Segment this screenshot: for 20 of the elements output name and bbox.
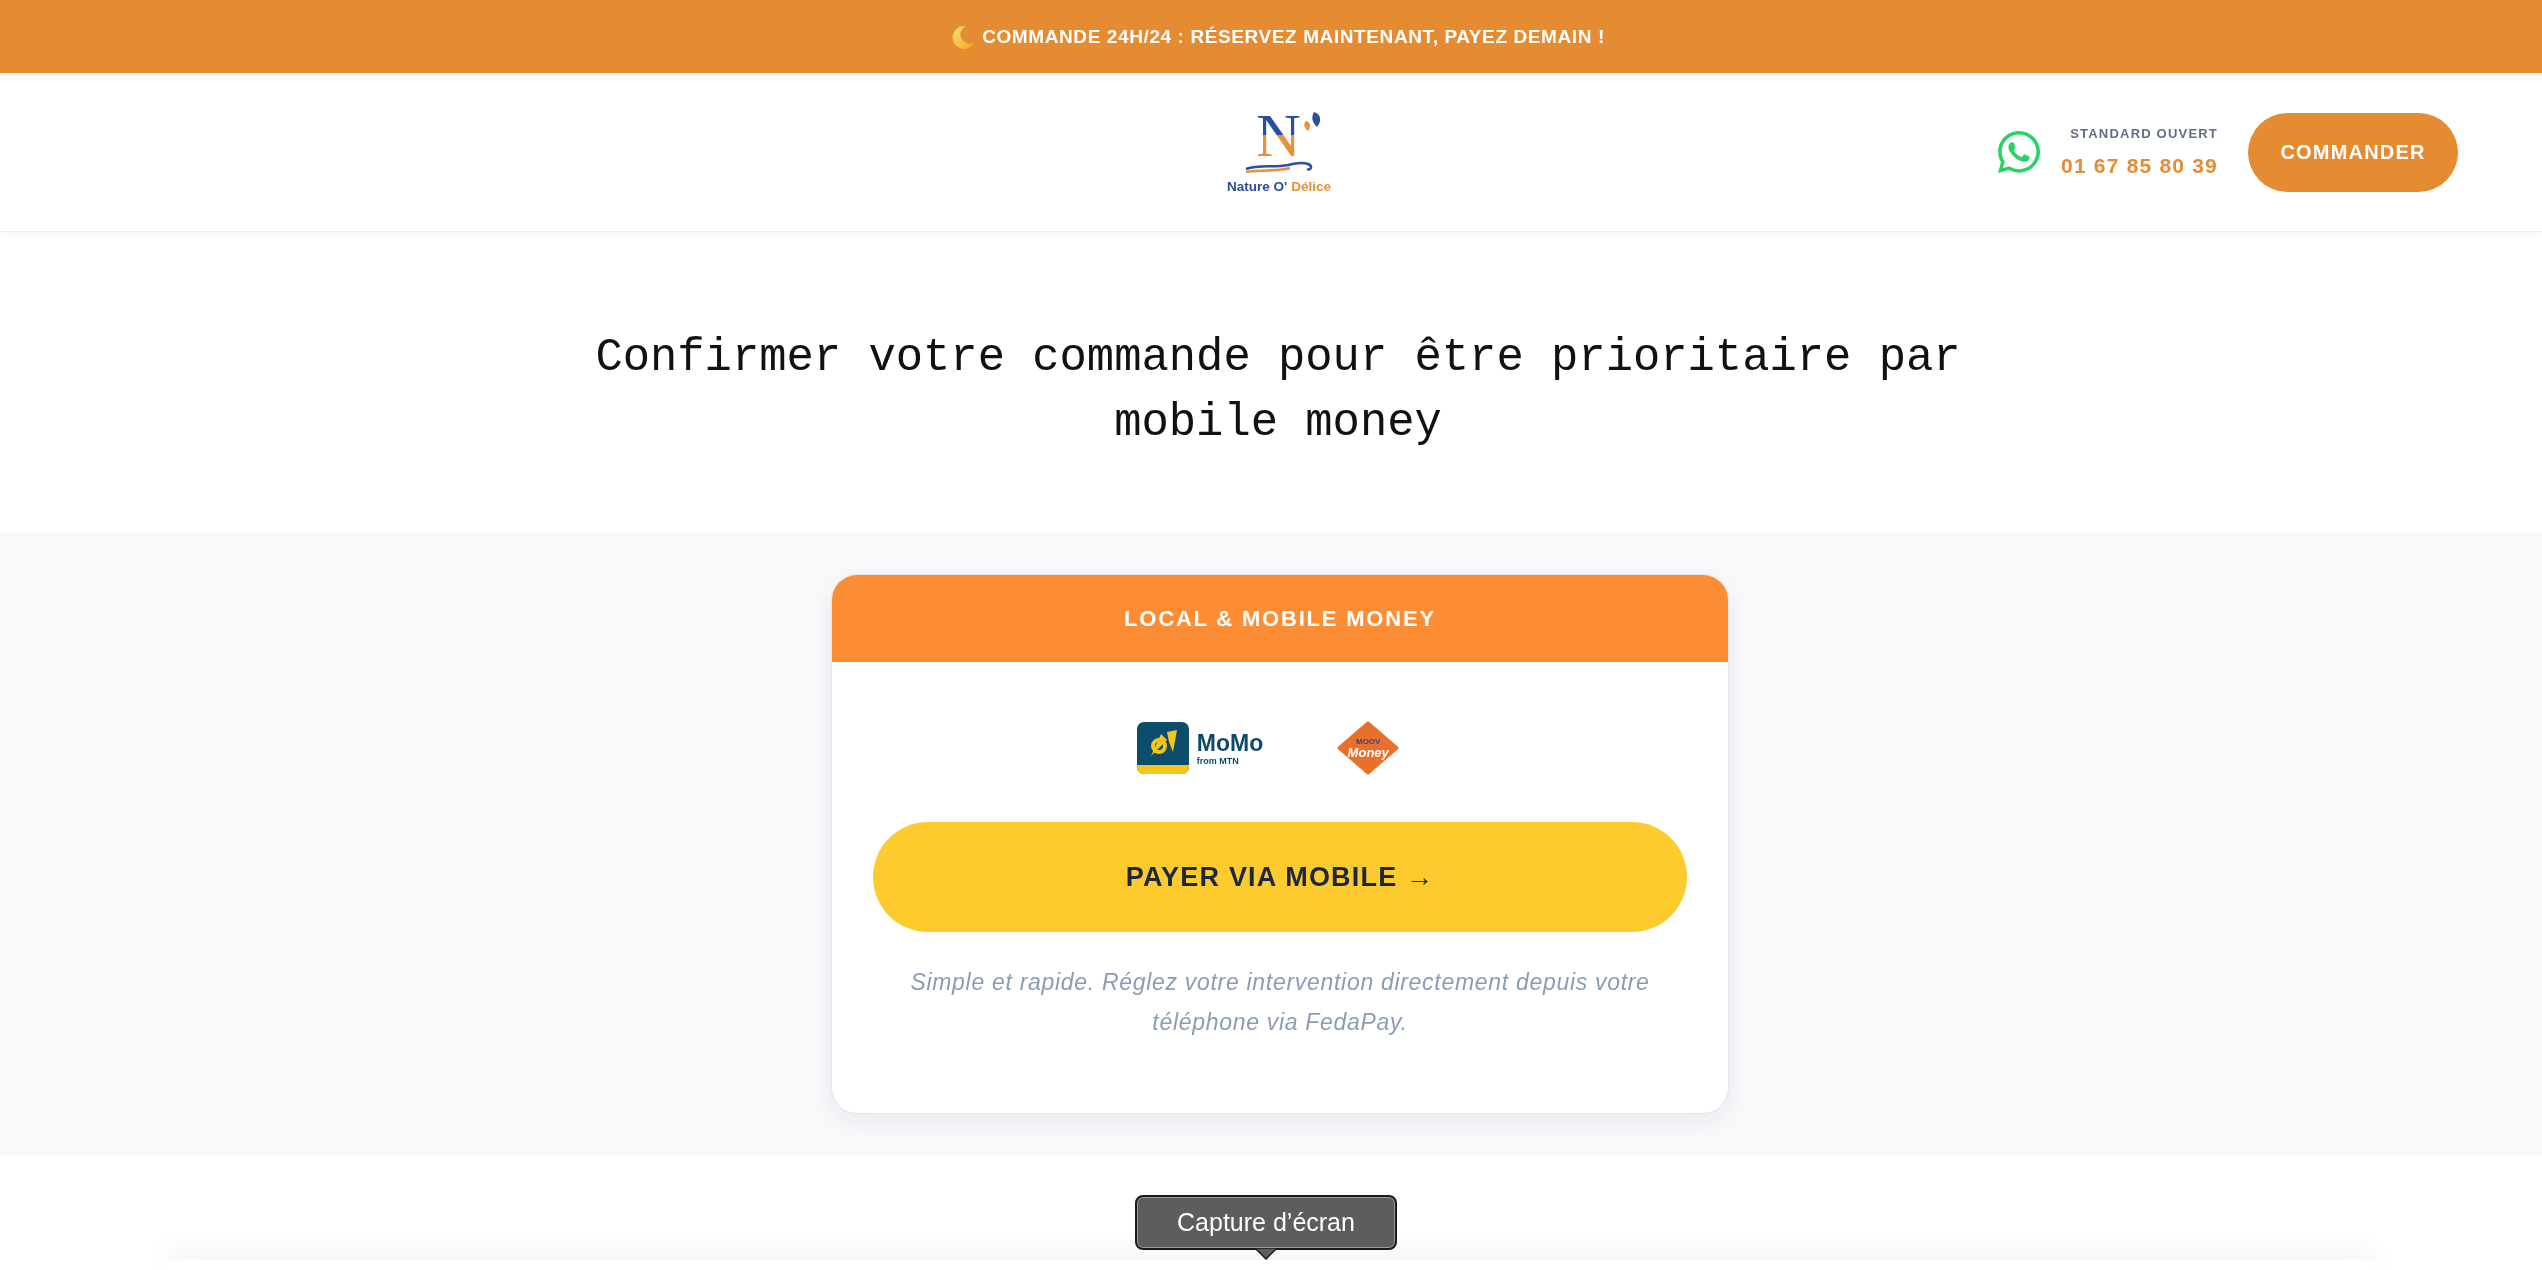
page-heading: Confirmer votre commande pour être prioritaire par mobile money bbox=[594, 331, 1962, 451]
phone-number[interactable]: 01 67 85 80 39 bbox=[2061, 154, 2218, 178]
tooltip-pointer-icon bbox=[1254, 1248, 1278, 1260]
crescent-moon-icon bbox=[951, 24, 976, 49]
contact-label: STANDARD OUVERT bbox=[2070, 126, 2218, 141]
payment-note: Simple et rapide. Réglez votre intervention directement depuis votre téléphone via FedaPay. bbox=[909, 968, 1651, 1037]
logo-wordmark: Nature O' bbox=[1227, 178, 1288, 194]
logo-text: MoMo bbox=[1196, 730, 1264, 755]
wave-icon bbox=[1244, 160, 1314, 173]
announcement-text: COMMANDE 24H/24 : RÉSERVEZ MAINTENANT, PAYEZ DEMAIN ! bbox=[982, 25, 1605, 48]
logo-wordmark: Délice bbox=[1291, 178, 1331, 194]
logo-tagline: from MTN bbox=[1196, 755, 1240, 766]
tooltip: Capture d’écran bbox=[1135, 1195, 1397, 1250]
app-tile-icon bbox=[1136, 722, 1189, 774]
diamond-badge-icon bbox=[1337, 721, 1400, 775]
logo-tagline: MOOV bbox=[1355, 736, 1381, 746]
order-button[interactable]: COMMANDER bbox=[2248, 112, 2458, 192]
pay-button[interactable]: PAYER VIA MOBILE → bbox=[873, 822, 1687, 932]
logo-text: Money bbox=[1347, 745, 1389, 760]
card-header: LOCAL & MOBILE MONEY bbox=[832, 575, 1728, 662]
